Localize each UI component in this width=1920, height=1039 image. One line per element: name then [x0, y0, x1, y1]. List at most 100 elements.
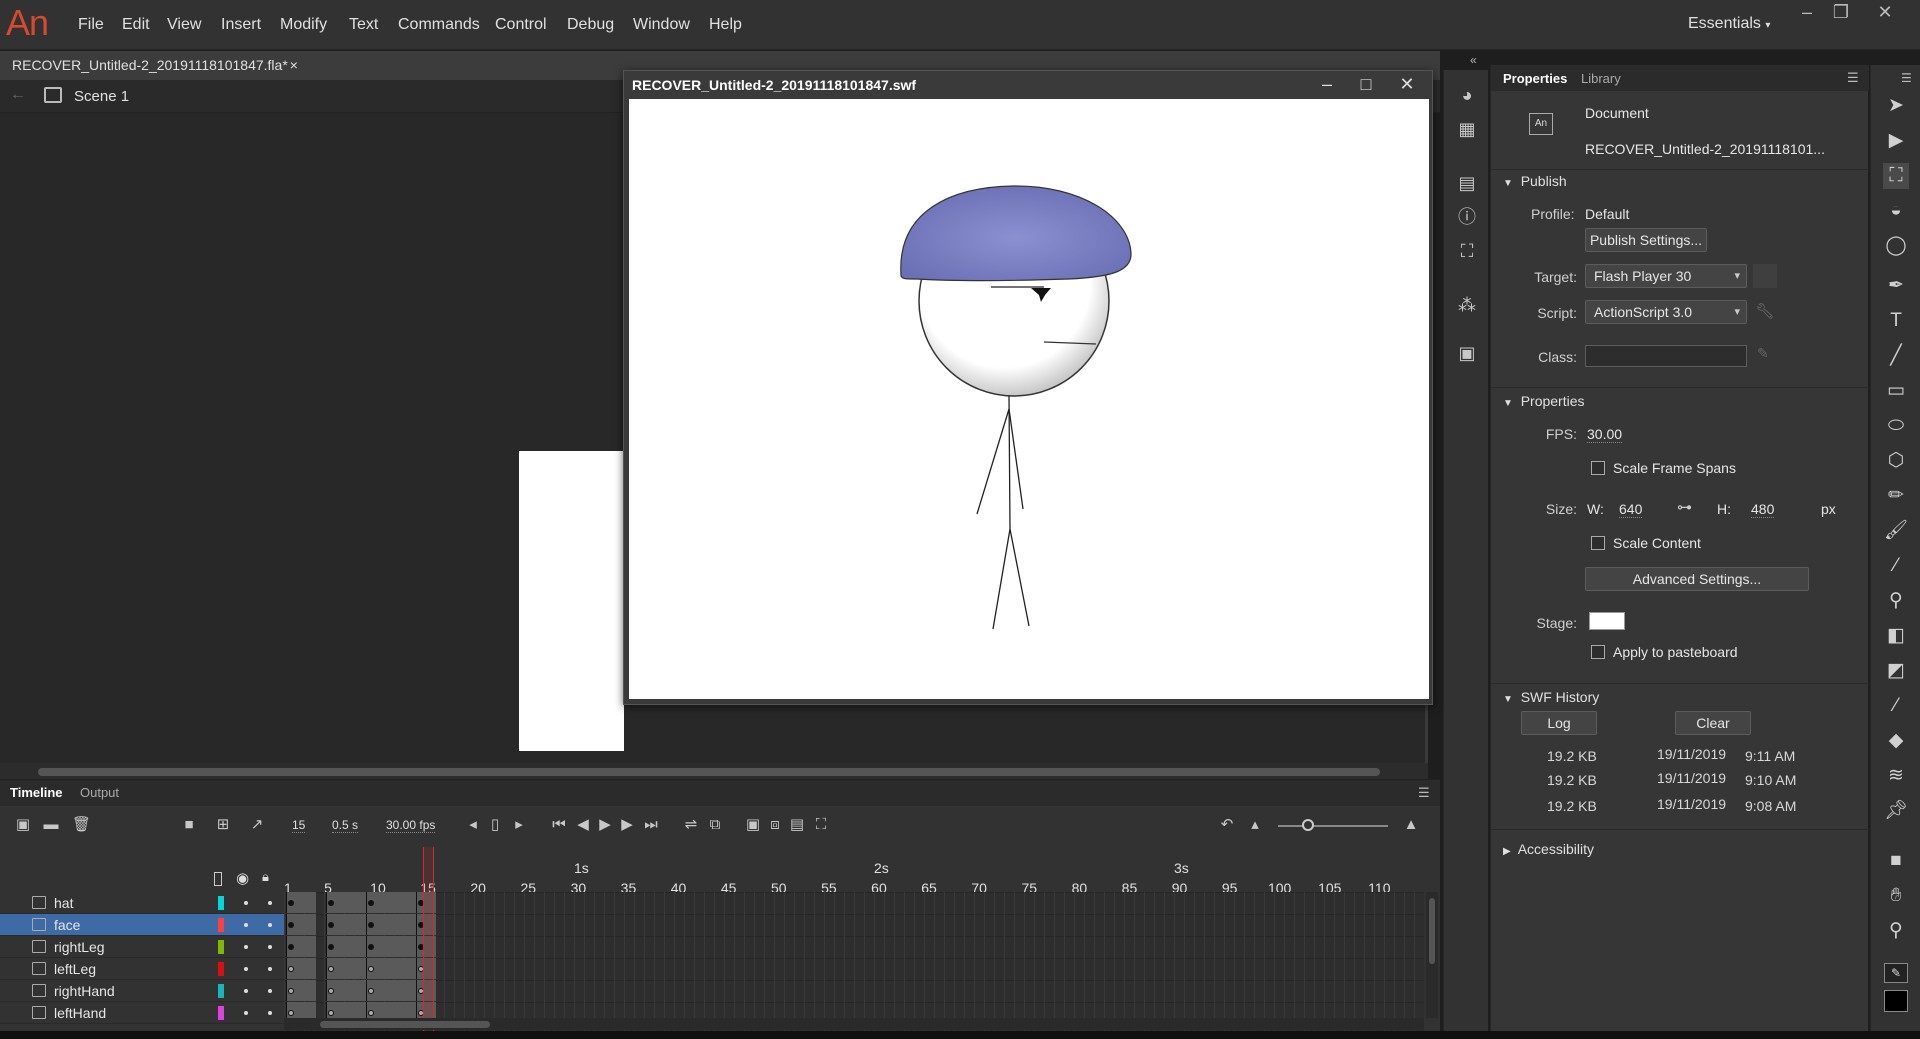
timeline-h-scrollbar-thumb[interactable]	[320, 1021, 490, 1028]
lock-icon[interactable]: 🔒︎	[262, 869, 269, 885]
scene-label[interactable]: Scene 1	[74, 88, 129, 105]
outline-toggle-icon[interactable]	[214, 872, 222, 886]
panel-menu-icon[interactable]: ☰	[1418, 785, 1430, 801]
components-icon[interactable]: ⁂	[1456, 294, 1478, 316]
properties-section-header[interactable]: ▼ Properties	[1503, 393, 1585, 409]
eraser-tool-icon[interactable]: ◆	[1883, 728, 1909, 754]
brush-tool-icon[interactable]: ⁄	[1883, 553, 1909, 579]
previous-frame-icon[interactable]: ◀	[574, 816, 592, 834]
text-tool-icon[interactable]: T	[1883, 308, 1909, 334]
zoom-in-icon[interactable]: ▲	[1402, 816, 1420, 834]
paint-bucket-tool-icon[interactable]: ◧	[1883, 623, 1909, 649]
info-icon[interactable]: ⓘ	[1456, 206, 1478, 228]
h-scrollbar-thumb[interactable]	[38, 768, 1380, 776]
step-back-icon[interactable]: ◂	[464, 816, 482, 834]
visibility-dot[interactable]	[244, 945, 248, 949]
wrench-icon[interactable]: 🔧︎	[1753, 300, 1777, 324]
menu-window[interactable]: Window	[633, 16, 690, 34]
keyframe-marker[interactable]	[288, 944, 294, 950]
layer-row-lefthand[interactable]: leftHand	[0, 1002, 284, 1024]
lock-dot[interactable]	[268, 967, 272, 971]
edit-multiple-frames-icon[interactable]: ▣	[744, 816, 762, 834]
keyframe-marker[interactable]	[288, 966, 294, 972]
bone-tool-icon[interactable]: ⚲	[1883, 588, 1909, 614]
layer-row-righthand[interactable]: rightHand	[0, 980, 284, 1002]
target-options-icon[interactable]	[1753, 264, 1777, 288]
tab-close-icon[interactable]: ×	[290, 57, 298, 73]
hand-tool-icon[interactable]: ✋︎	[1883, 883, 1909, 909]
timeline-h-scrollbar[interactable]	[284, 1018, 1424, 1030]
accessibility-section-header[interactable]: ▶ Accessibility	[1503, 841, 1594, 857]
layer-color-swatch[interactable]	[218, 962, 224, 976]
new-layer-icon[interactable]: ▣	[14, 816, 32, 834]
width-value[interactable]: 640	[1619, 501, 1643, 518]
zoom-slider[interactable]	[1278, 819, 1388, 831]
go-to-last-frame-icon[interactable]: ⏭	[642, 816, 660, 834]
width-tool-icon[interactable]: ≋	[1883, 763, 1909, 789]
apply-pasteboard-checkbox[interactable]	[1591, 645, 1605, 659]
elapsed-time-readout[interactable]: 0.5 s	[332, 818, 359, 833]
swatches-icon[interactable]: ▦	[1456, 118, 1478, 140]
layer-color-swatch[interactable]	[218, 940, 224, 954]
transform-icon[interactable]: ⛶	[1456, 240, 1478, 262]
frames-grid[interactable]	[284, 892, 1424, 1039]
layer-row-leftleg[interactable]: leftLeg	[0, 958, 284, 980]
visibility-dot[interactable]	[244, 989, 248, 993]
play-icon[interactable]: ▶	[596, 816, 614, 834]
current-frame-readout[interactable]: 15	[292, 818, 306, 833]
swf-preview-window[interactable]: RECOVER_Untitled-2_20191118101847.swf – …	[623, 70, 1433, 705]
back-arrow-icon[interactable]: ←	[10, 86, 26, 104]
lasso-tool-icon[interactable]: ◯	[1883, 233, 1909, 259]
keyframe-marker[interactable]	[288, 900, 294, 906]
eye-icon[interactable]: ◉	[236, 869, 249, 887]
polystar-tool-icon[interactable]: ⬡	[1883, 448, 1909, 474]
camera-tool-icon[interactable]: ■	[1883, 848, 1909, 874]
layer-color-swatch[interactable]	[218, 984, 224, 998]
height-value[interactable]: 480	[1751, 501, 1775, 518]
visibility-dot[interactable]	[244, 923, 248, 927]
swf-history-section-header[interactable]: ▼ SWF History	[1503, 689, 1599, 705]
layer-color-swatch[interactable]	[218, 896, 224, 910]
oval-tool-icon[interactable]: ⬭	[1883, 413, 1909, 439]
timeline-v-scrollbar-thumb[interactable]	[1429, 898, 1435, 964]
lock-dot[interactable]	[268, 945, 272, 949]
zoom-tool-icon[interactable]: ⚲	[1883, 918, 1909, 944]
onion-markers-icon[interactable]: ▤	[788, 816, 806, 834]
onion-skin-icon[interactable]: ⧉	[706, 816, 724, 834]
ink-bottle-tool-icon[interactable]: ◩	[1883, 658, 1909, 684]
align-icon[interactable]: ▤	[1456, 172, 1478, 194]
tab-output[interactable]: Output	[80, 785, 119, 800]
layer-row-face[interactable]: face	[0, 914, 284, 936]
stage[interactable]	[519, 451, 624, 751]
new-folder-icon[interactable]: ▬	[42, 816, 60, 834]
restore-button[interactable]: ❐	[1820, 0, 1862, 26]
line-tool-icon[interactable]: ╱	[1883, 343, 1909, 369]
layer-color-swatch[interactable]	[218, 1006, 224, 1020]
graph-icon[interactable]: ↗	[248, 816, 266, 834]
menu-text[interactable]: Text	[349, 16, 378, 34]
fps-value[interactable]: 30.00	[1587, 426, 1623, 443]
fit-frames-icon[interactable]: ⛶	[812, 816, 830, 834]
tab-library[interactable]: Library	[1581, 71, 1621, 86]
menu-debug[interactable]: Debug	[567, 16, 614, 34]
publish-settings-button[interactable]: Publish Settings...	[1585, 228, 1707, 252]
layer-color-swatch[interactable]	[218, 918, 224, 932]
playhead[interactable]	[423, 847, 434, 1039]
visibility-dot[interactable]	[244, 901, 248, 905]
layer-parenting-icon[interactable]: ⊞	[214, 816, 232, 834]
menu-modify[interactable]: Modify	[280, 16, 327, 34]
clear-button[interactable]: Clear	[1675, 711, 1751, 735]
menu-insert[interactable]: Insert	[221, 16, 261, 34]
document-tab[interactable]: RECOVER_Untitled-2_20191118101847.fla* ×	[0, 51, 310, 80]
timeline-ruler[interactable]: 1s 2s 3s 1 5 10 15 20 25 30 35 40 45 50 55 60 65 70 75 8…	[284, 846, 1424, 896]
menu-edit[interactable]: Edit	[122, 16, 150, 34]
paint-brush-tool-icon[interactable]: 🖌︎	[1883, 518, 1909, 544]
next-frame-icon[interactable]: ▶	[618, 816, 636, 834]
advanced-settings-button[interactable]: Advanced Settings...	[1585, 567, 1809, 591]
rectangle-tool-icon[interactable]: ▭	[1883, 378, 1909, 404]
trash-icon[interactable]: 🗑	[72, 816, 91, 834]
lock-dot[interactable]	[268, 901, 272, 905]
swf-maximize-button[interactable]: □	[1351, 73, 1381, 95]
panel-collapse-icon[interactable]: «	[1470, 53, 1477, 67]
fps-readout[interactable]: 30.00 fps	[386, 818, 436, 833]
